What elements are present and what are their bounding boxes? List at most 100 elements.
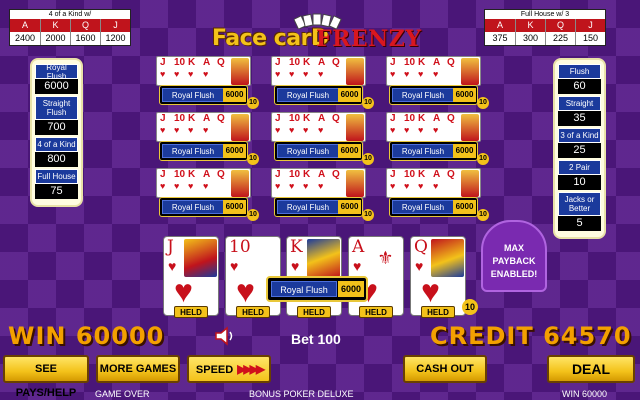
mini-hand-cards: J ♥ 10 ♥ K ♥ A ♥ Q <box>271 56 366 86</box>
mini-hand-result-name: Royal Flush <box>162 144 224 158</box>
speed-button-label: SPEED <box>195 364 234 376</box>
player-card[interactable]: J ♥ ♥ <box>163 236 219 316</box>
mini-card-suit: ♥ <box>303 69 309 79</box>
card-rank: 10 <box>229 237 251 257</box>
held-indicator[interactable]: HELD <box>174 306 208 318</box>
bonus-header-q: Q <box>70 19 100 32</box>
mini-card-suit: ♥ <box>188 69 194 79</box>
mini-card-suit: ♥ <box>318 181 324 191</box>
player-card[interactable]: Q ♥ ♥ <box>410 236 466 316</box>
more-games-button[interactable]: MORE GAMES <box>96 355 180 383</box>
mini-card-rank: A <box>318 57 326 68</box>
mini-card-suit: ♥ <box>390 69 396 79</box>
card-rank: A <box>352 237 365 257</box>
mini-hand: J ♥ 10 ♥ K ♥ A ♥ Q Royal Flush 6000 10 <box>386 112 489 165</box>
mini-card-rank: A <box>203 57 211 68</box>
held-indicator[interactable]: HELD <box>297 306 331 318</box>
mini-card-rank: K <box>418 113 426 124</box>
mini-card-rank: K <box>188 169 196 180</box>
mini-hand-cards: J ♥ 10 ♥ K ♥ A ♥ Q <box>271 112 366 142</box>
bonus-header-j: J <box>100 19 130 32</box>
see-pays-help-button[interactable]: SEE PAYS/HELP <box>3 355 89 399</box>
card-center-suit: ♥ <box>421 273 440 309</box>
mini-card-suit: ♥ <box>275 125 281 135</box>
held-indicator[interactable]: HELD <box>421 306 455 318</box>
mini-hand-result-name: Royal Flush <box>277 88 339 102</box>
paytable-value-straight: 35 <box>558 111 601 126</box>
mini-card-suit: ♥ <box>289 181 295 191</box>
mini-card-rank: 10 <box>289 57 301 68</box>
mini-hand: J ♥ 10 ♥ K ♥ A ♥ Q Royal Flush 6000 10 <box>386 56 489 109</box>
mini-hand-result-name: Royal Flush <box>392 144 454 158</box>
paytable-value-jacks-better: 5 <box>558 216 601 231</box>
mini-hand-payout: 6000 <box>338 88 361 102</box>
queen-face-icon <box>346 114 364 141</box>
mini-card-suit: ♥ <box>174 181 180 191</box>
fh-header-j: J <box>575 19 605 32</box>
right-paytable: Flush 60 Straight 35 3 of a Kind 25 2 Pa… <box>553 58 606 239</box>
mini-card-suit: ♥ <box>418 181 424 191</box>
queen-face-icon <box>346 170 364 197</box>
paytable-value-four-kind: 800 <box>35 152 78 167</box>
full-house-bonus-table: Full House w/ 3 A K Q J 375 300 225 150 <box>484 9 606 46</box>
card-suit: ♥ <box>415 258 424 274</box>
mini-card-suit: ♥ <box>188 181 194 191</box>
mini-hand-payout: 6000 <box>453 144 476 158</box>
card-center-suit: ♥ <box>174 273 193 309</box>
held-indicator[interactable]: HELD <box>236 306 270 318</box>
mini-card-suit: ♥ <box>433 125 439 135</box>
mini-hand-payout: 6000 <box>338 144 361 158</box>
full-house-bonus-title: Full House w/ 3 <box>485 10 605 19</box>
mini-hand-multiplier-badge: 10 <box>247 97 259 109</box>
mini-hand-result: Royal Flush 6000 <box>389 197 478 217</box>
mini-hand: J ♥ 10 ♥ K ♥ A ♥ Q Royal Flush 6000 10 <box>271 56 374 109</box>
held-indicator[interactable]: HELD <box>359 306 393 318</box>
mini-hand-cards: J ♥ 10 ♥ K ♥ A ♥ Q <box>386 112 481 142</box>
mini-card-rank: Q <box>332 113 340 124</box>
mini-hand: J ♥ 10 ♥ K ♥ A ♥ Q Royal Flush 6000 10 <box>271 168 374 221</box>
speed-button[interactable]: SPEED ▶▶▶▶ <box>187 355 271 383</box>
left-paytable: Royal Flush 6000 Straight Flush 700 4 of… <box>30 58 83 207</box>
game-logo: Face carD FRENZY <box>212 13 427 54</box>
credit-display: CREDIT 64570 <box>430 322 632 350</box>
mini-card-rank: K <box>303 113 311 124</box>
mini-card-rank: J <box>390 57 396 68</box>
mini-card-suit: ♥ <box>289 125 295 135</box>
max-payback-badge: MAX PAYBACK ENABLED! <box>481 220 547 292</box>
mini-card-rank: J <box>275 113 281 124</box>
mini-card-rank: 10 <box>404 169 416 180</box>
mini-card-suit: ♥ <box>188 125 194 135</box>
mini-card-suit: ♥ <box>160 69 166 79</box>
queen-face-icon <box>231 170 249 197</box>
paytable-label-three-kind: 3 of a Kind <box>558 128 601 143</box>
card-rank: J <box>167 237 174 257</box>
mini-card-rank: 10 <box>404 57 416 68</box>
paytable-value-three-kind: 25 <box>558 143 601 158</box>
mini-hand-cards: J ♥ 10 ♥ K ♥ A ♥ Q <box>386 168 481 198</box>
mini-card-rank: K <box>188 113 196 124</box>
cash-out-button[interactable]: CASH OUT <box>403 355 487 383</box>
four-of-kind-bonus-table: 4 of a Kind w/ A K Q J 2400 2000 1600 12… <box>9 9 131 46</box>
mini-card-rank: K <box>188 57 196 68</box>
mini-card-suit: ♥ <box>203 69 209 79</box>
mini-card-suit: ♥ <box>390 181 396 191</box>
mini-hand-result: Royal Flush 6000 <box>389 141 478 161</box>
speaker-icon[interactable] <box>214 326 236 346</box>
mini-card-suit: ♥ <box>303 181 309 191</box>
mini-card-suit: ♥ <box>160 181 166 191</box>
bonus-value-a: 2400 <box>10 32 40 45</box>
mini-card-rank: 10 <box>404 113 416 124</box>
mini-card-rank: Q <box>217 57 225 68</box>
main-hand-result: Royal Flush 6000 <box>266 276 368 302</box>
mini-card-rank: A <box>203 169 211 180</box>
mini-card-rank: Q <box>447 57 455 68</box>
deal-button[interactable]: DEAL <box>547 355 635 383</box>
queen-face-icon <box>231 58 249 85</box>
paytable-label-two-pair: 2 Pair <box>558 160 601 175</box>
paytable-label-full-house: Full House <box>35 169 78 184</box>
mini-hand-payout: 6000 <box>338 200 361 214</box>
mini-hand-payout: 6000 <box>223 144 246 158</box>
paytable-value-straight-flush: 700 <box>35 120 78 135</box>
mini-card-rank: A <box>433 57 441 68</box>
card-rank: Q <box>414 237 428 257</box>
